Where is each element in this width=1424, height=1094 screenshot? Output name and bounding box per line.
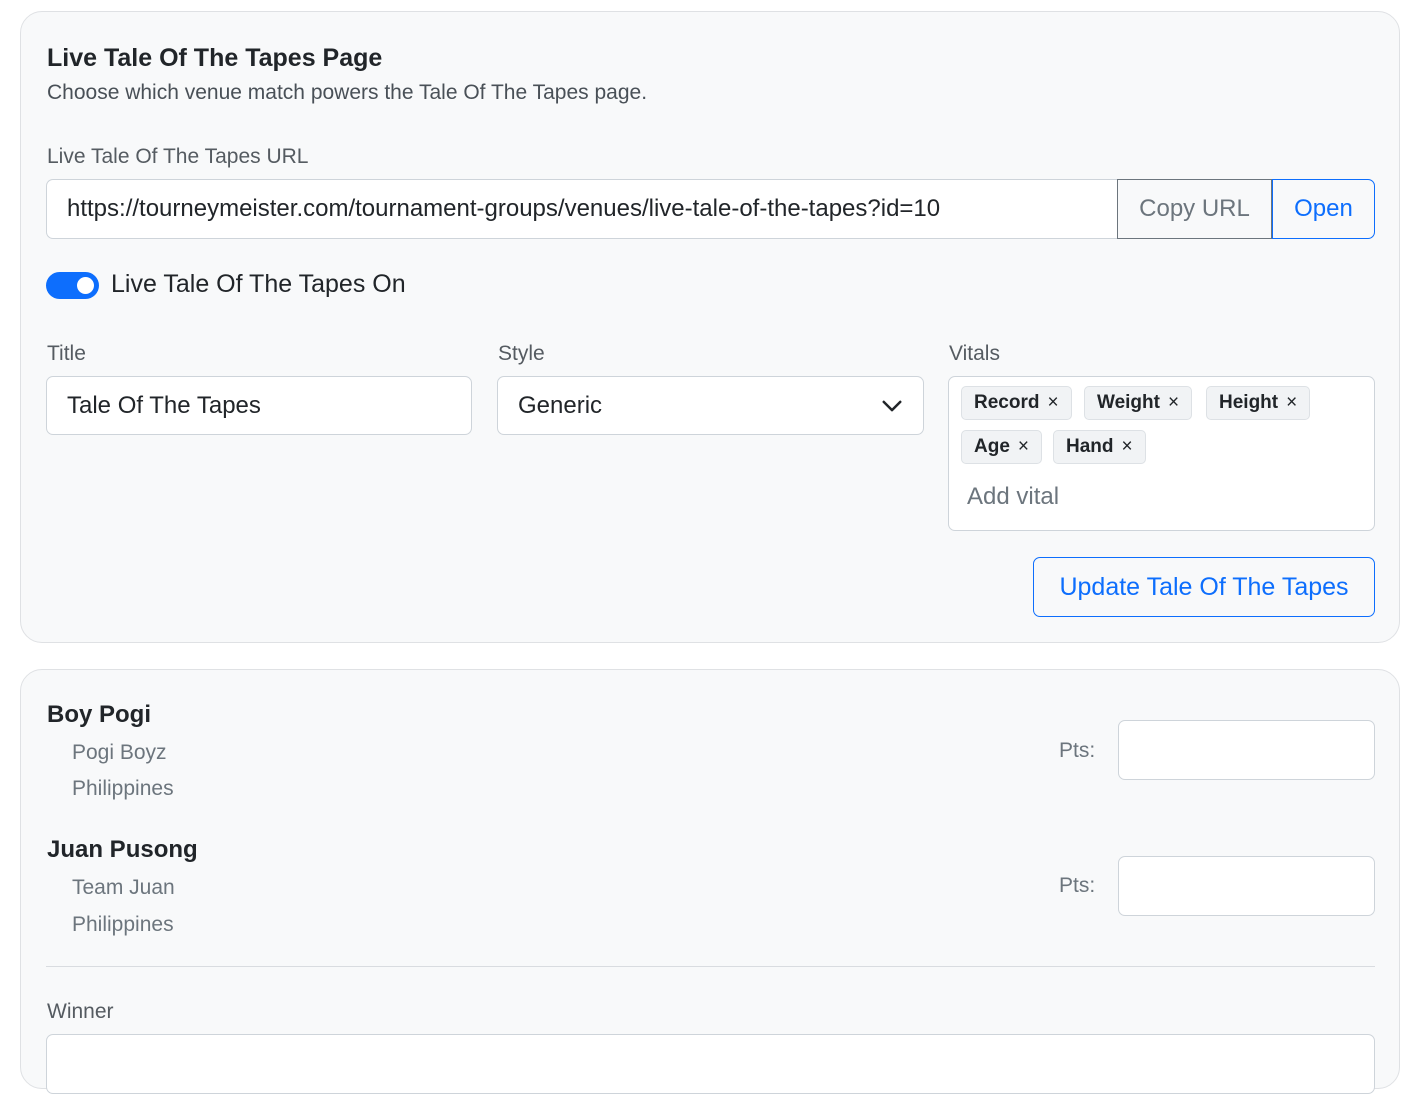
divider bbox=[46, 966, 1375, 967]
vital-tag-label: Weight bbox=[1097, 392, 1160, 413]
chevron-down-icon bbox=[882, 400, 902, 411]
remove-icon[interactable]: × bbox=[1168, 392, 1179, 414]
fighter-1-team: Pogi Boyz bbox=[72, 741, 167, 764]
vital-tag-height: Height × bbox=[1206, 386, 1311, 420]
vital-tag-weight: Weight × bbox=[1084, 386, 1193, 420]
copy-url-button[interactable]: Copy URL bbox=[1117, 179, 1272, 239]
style-select-value: Generic bbox=[518, 391, 603, 419]
fighter-1-pts-input[interactable] bbox=[1118, 720, 1375, 780]
remove-icon[interactable]: × bbox=[1286, 392, 1297, 414]
fighter-2-name: Juan Pusong bbox=[47, 836, 198, 863]
fighter-2-pts-label: Pts: bbox=[1059, 874, 1096, 897]
live-toggle-label: Live Tale Of The Tapes On bbox=[111, 270, 406, 298]
title-input[interactable] bbox=[46, 376, 472, 435]
fighter-1-pts-label: Pts: bbox=[1059, 739, 1096, 762]
remove-icon[interactable]: × bbox=[1122, 436, 1133, 458]
vital-tag-label: Hand bbox=[1066, 436, 1114, 457]
title-label: Title bbox=[47, 342, 86, 365]
fighter-1-country: Philippines bbox=[72, 777, 174, 800]
url-input-group: Copy URL Open bbox=[46, 179, 1375, 239]
vital-tag-hand: Hand × bbox=[1053, 430, 1146, 464]
style-select[interactable]: Generic bbox=[497, 376, 924, 435]
fighter-2-team: Team Juan bbox=[72, 876, 175, 899]
tale-of-the-tapes-settings-card: Live Tale Of The Tapes Page Choose which… bbox=[20, 11, 1400, 643]
match-card: Boy Pogi Pogi Boyz Philippines Pts: Juan… bbox=[20, 669, 1400, 1094]
winner-label: Winner bbox=[47, 1000, 114, 1023]
vital-tag-label: Record bbox=[974, 392, 1040, 413]
fighter-2-country: Philippines bbox=[72, 913, 174, 936]
page-subtitle: Choose which venue match powers the Tale… bbox=[47, 81, 648, 104]
remove-icon[interactable]: × bbox=[1047, 392, 1058, 414]
open-url-button[interactable]: Open bbox=[1272, 179, 1375, 239]
vital-tag-label: Height bbox=[1219, 392, 1279, 413]
winner-select[interactable] bbox=[46, 1034, 1375, 1094]
style-label: Style bbox=[498, 342, 545, 365]
url-label: Live Tale Of The Tapes URL bbox=[47, 145, 309, 168]
update-tale-of-the-tapes-button[interactable]: Update Tale Of The Tapes bbox=[1033, 557, 1375, 617]
url-input[interactable] bbox=[46, 179, 1117, 239]
fighter-2-pts-input[interactable] bbox=[1118, 856, 1375, 916]
toggle-knob bbox=[77, 277, 94, 294]
vital-tag-age: Age × bbox=[961, 430, 1043, 464]
page-title: Live Tale Of The Tapes Page bbox=[47, 44, 383, 72]
remove-icon[interactable]: × bbox=[1018, 436, 1029, 458]
fighter-1-name: Boy Pogi bbox=[47, 701, 152, 728]
live-toggle-switch[interactable] bbox=[46, 272, 99, 299]
vital-tag-label: Age bbox=[974, 436, 1010, 457]
vital-tag-record: Record × bbox=[961, 386, 1072, 420]
vitals-tag-input[interactable]: Record × Weight × Height × Age × Hand × bbox=[948, 376, 1375, 531]
add-vital-input[interactable] bbox=[957, 477, 1337, 517]
vitals-label: Vitals bbox=[949, 342, 1000, 365]
